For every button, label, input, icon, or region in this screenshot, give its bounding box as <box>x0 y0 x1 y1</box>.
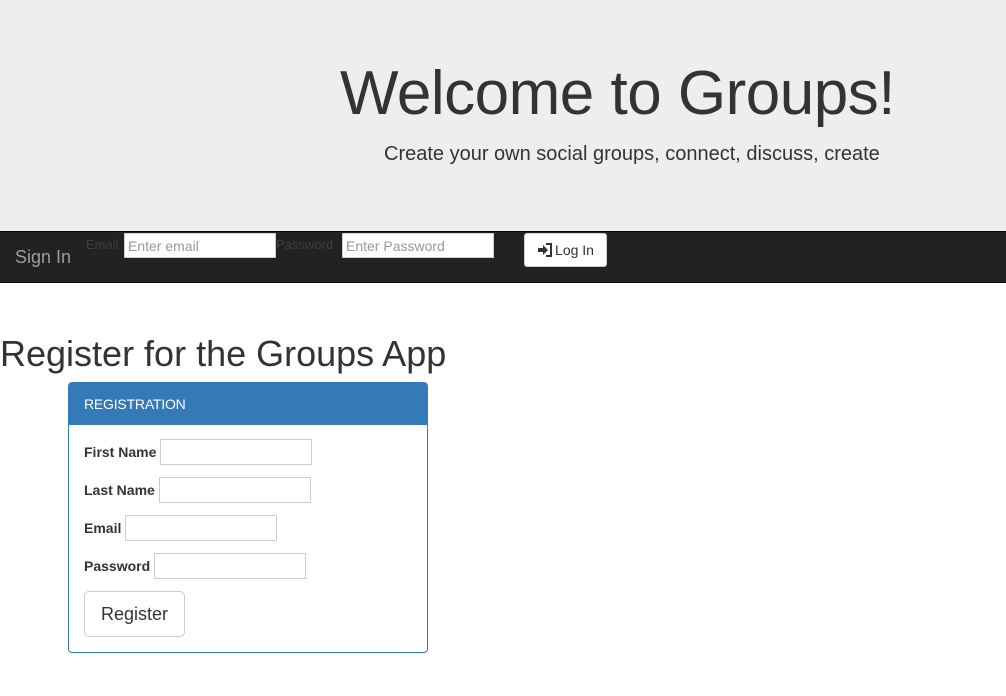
email-field-label: Email <box>84 520 122 536</box>
log-in-icon <box>537 243 553 257</box>
last-name-row: Last Name <box>84 477 311 503</box>
register-heading: Register for the Groups App <box>0 333 447 374</box>
password-field[interactable] <box>154 553 307 579</box>
password-field-label: Password <box>84 558 151 574</box>
email-label: Email <box>86 237 119 252</box>
email-row: Email <box>84 515 278 541</box>
navbar-brand-sign-in[interactable]: Sign In <box>15 246 71 268</box>
first-name-label: First Name <box>84 444 157 460</box>
first-name-row: First Name <box>84 439 313 465</box>
log-in-label: Log In <box>555 242 594 258</box>
welcome-title: Welcome to Groups! <box>340 59 895 128</box>
last-name-input[interactable] <box>158 477 311 503</box>
first-name-input[interactable] <box>160 439 313 465</box>
password-row: Password <box>84 553 307 579</box>
welcome-subtitle: Create your own social groups, connect, … <box>384 143 880 165</box>
jumbotron: Welcome to Groups! Create your own socia… <box>0 0 1006 231</box>
navbar: Sign In Email Password Log In <box>0 231 1006 283</box>
register-button[interactable]: Register <box>84 591 185 637</box>
log-in-button[interactable]: Log In <box>524 233 607 267</box>
email-field[interactable] <box>125 515 278 541</box>
last-name-label: Last Name <box>84 482 155 498</box>
login-password-input[interactable] <box>342 233 494 258</box>
registration-panel: REGISTRATION First Name Last Name Email … <box>68 382 428 653</box>
panel-heading: REGISTRATION <box>69 383 427 425</box>
login-email-input[interactable] <box>124 233 276 258</box>
password-label: Password <box>276 237 334 252</box>
